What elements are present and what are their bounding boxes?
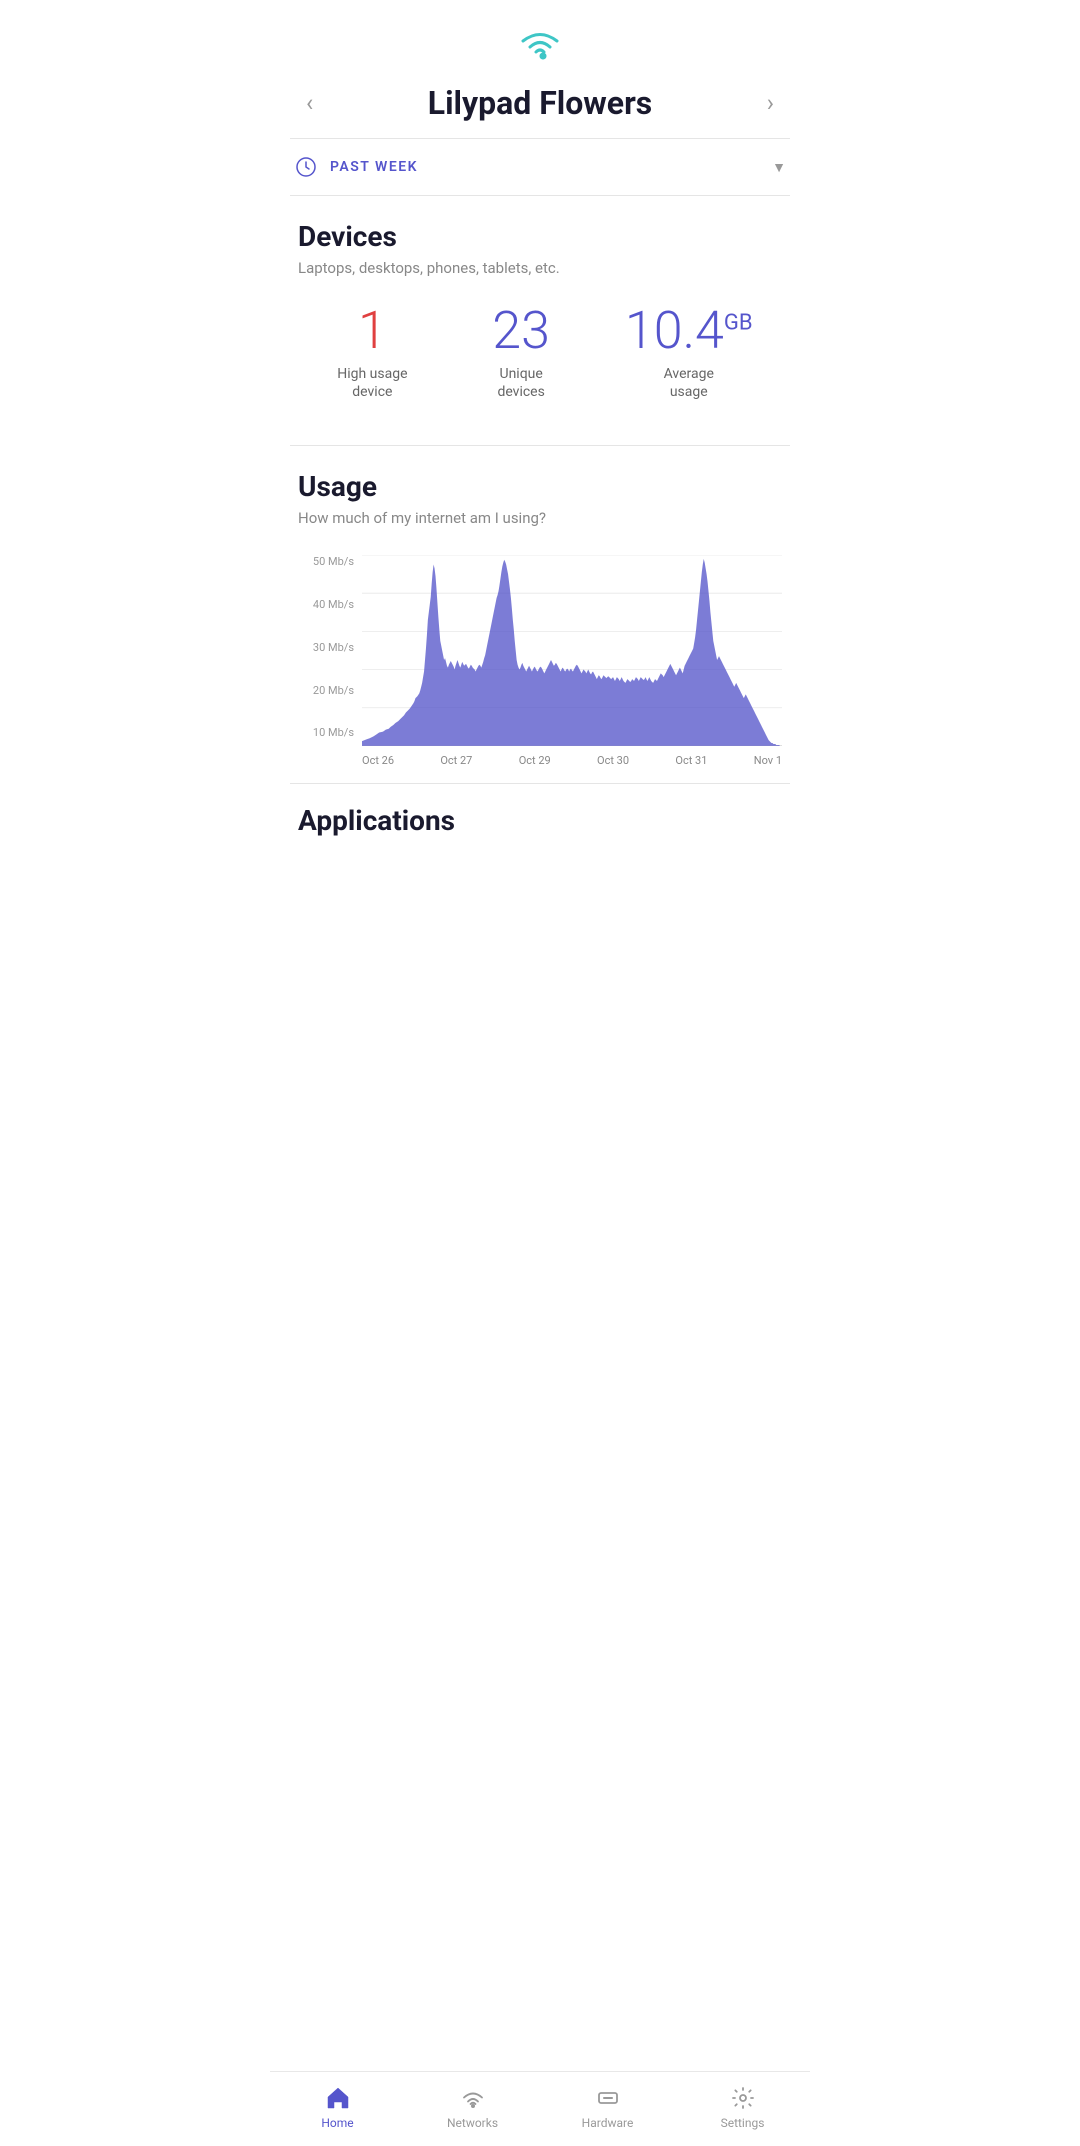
- devices-section: Devices Laptops, desktops, phones, table…: [270, 196, 810, 445]
- usage-title: Usage: [298, 470, 782, 503]
- clock-icon: [294, 155, 318, 179]
- x-label-oct26: Oct 26: [362, 754, 394, 767]
- high-usage-label: High usage device: [327, 365, 417, 401]
- y-axis: 10 Mb/s 20 Mb/s 30 Mb/s 40 Mb/s 50 Mb/s: [298, 555, 362, 767]
- y-label-50: 50 Mb/s: [298, 555, 362, 568]
- hardware-icon: [594, 2084, 622, 2112]
- page-title: Lilypad Flowers: [321, 84, 759, 122]
- y-label-10: 10 Mb/s: [298, 726, 362, 739]
- stat-unique-devices: 23 Unique devices: [476, 305, 566, 401]
- nav-home-label: Home: [321, 2116, 353, 2130]
- x-axis: Oct 26 Oct 27 Oct 29 Oct 30 Oct 31 Nov 1: [362, 754, 782, 767]
- average-usage-label: Average usage: [644, 365, 734, 401]
- nav-hardware-label: Hardware: [582, 2116, 634, 2130]
- stat-high-usage: 1 High usage device: [327, 305, 417, 401]
- nav-forward-arrow[interactable]: ›: [759, 85, 782, 121]
- y-label-40: 40 Mb/s: [298, 598, 362, 611]
- x-label-oct31: Oct 31: [675, 754, 707, 767]
- usage-subtitle: How much of my internet am I using?: [298, 509, 782, 527]
- high-usage-value: 1: [358, 305, 387, 357]
- unique-devices-value: 23: [492, 305, 550, 357]
- nav-home[interactable]: Home: [270, 2084, 405, 2130]
- usage-chart: 10 Mb/s 20 Mb/s 30 Mb/s 40 Mb/s 50 Mb/s: [298, 555, 782, 767]
- nav-hardware[interactable]: Hardware: [540, 2084, 675, 2130]
- devices-subtitle: Laptops, desktops, phones, tablets, etc.: [298, 259, 782, 277]
- unique-devices-label: Unique devices: [476, 365, 566, 401]
- chart-inner: Oct 26 Oct 27 Oct 29 Oct 30 Oct 31 Nov 1: [362, 555, 782, 767]
- usage-section: Usage How much of my internet am I using…: [270, 446, 810, 783]
- top-wifi-icon: [270, 0, 810, 80]
- applications-title: Applications: [298, 804, 782, 837]
- nav-settings-label: Settings: [721, 2116, 765, 2130]
- networks-icon: [459, 2084, 487, 2112]
- x-label-nov1: Nov 1: [754, 754, 782, 767]
- x-label-oct29: Oct 29: [519, 754, 551, 767]
- applications-section: Applications: [270, 784, 810, 943]
- dropdown-arrow-icon: ▼: [772, 159, 786, 176]
- nav-networks[interactable]: Networks: [405, 2084, 540, 2130]
- nav-networks-label: Networks: [447, 2116, 498, 2130]
- x-label-oct27: Oct 27: [440, 754, 472, 767]
- stat-average-usage: 10.4GB Average usage: [625, 305, 753, 401]
- page-header: ‹ Lilypad Flowers ›: [270, 80, 810, 138]
- nav-back-arrow[interactable]: ‹: [298, 85, 321, 121]
- home-icon: [324, 2084, 352, 2112]
- settings-icon: [729, 2084, 757, 2112]
- nav-settings[interactable]: Settings: [675, 2084, 810, 2130]
- x-label-oct30: Oct 30: [597, 754, 629, 767]
- stats-row: 1 High usage device 23 Unique devices 10…: [298, 305, 782, 429]
- period-label: PAST WEEK: [330, 159, 772, 175]
- devices-title: Devices: [298, 220, 782, 253]
- period-selector[interactable]: PAST WEEK ▼: [270, 139, 810, 195]
- average-usage-value: 10.4GB: [625, 305, 753, 357]
- y-label-30: 30 Mb/s: [298, 641, 362, 654]
- y-label-20: 20 Mb/s: [298, 684, 362, 697]
- bottom-nav: Home Networks Hardware Settings: [270, 2071, 810, 2146]
